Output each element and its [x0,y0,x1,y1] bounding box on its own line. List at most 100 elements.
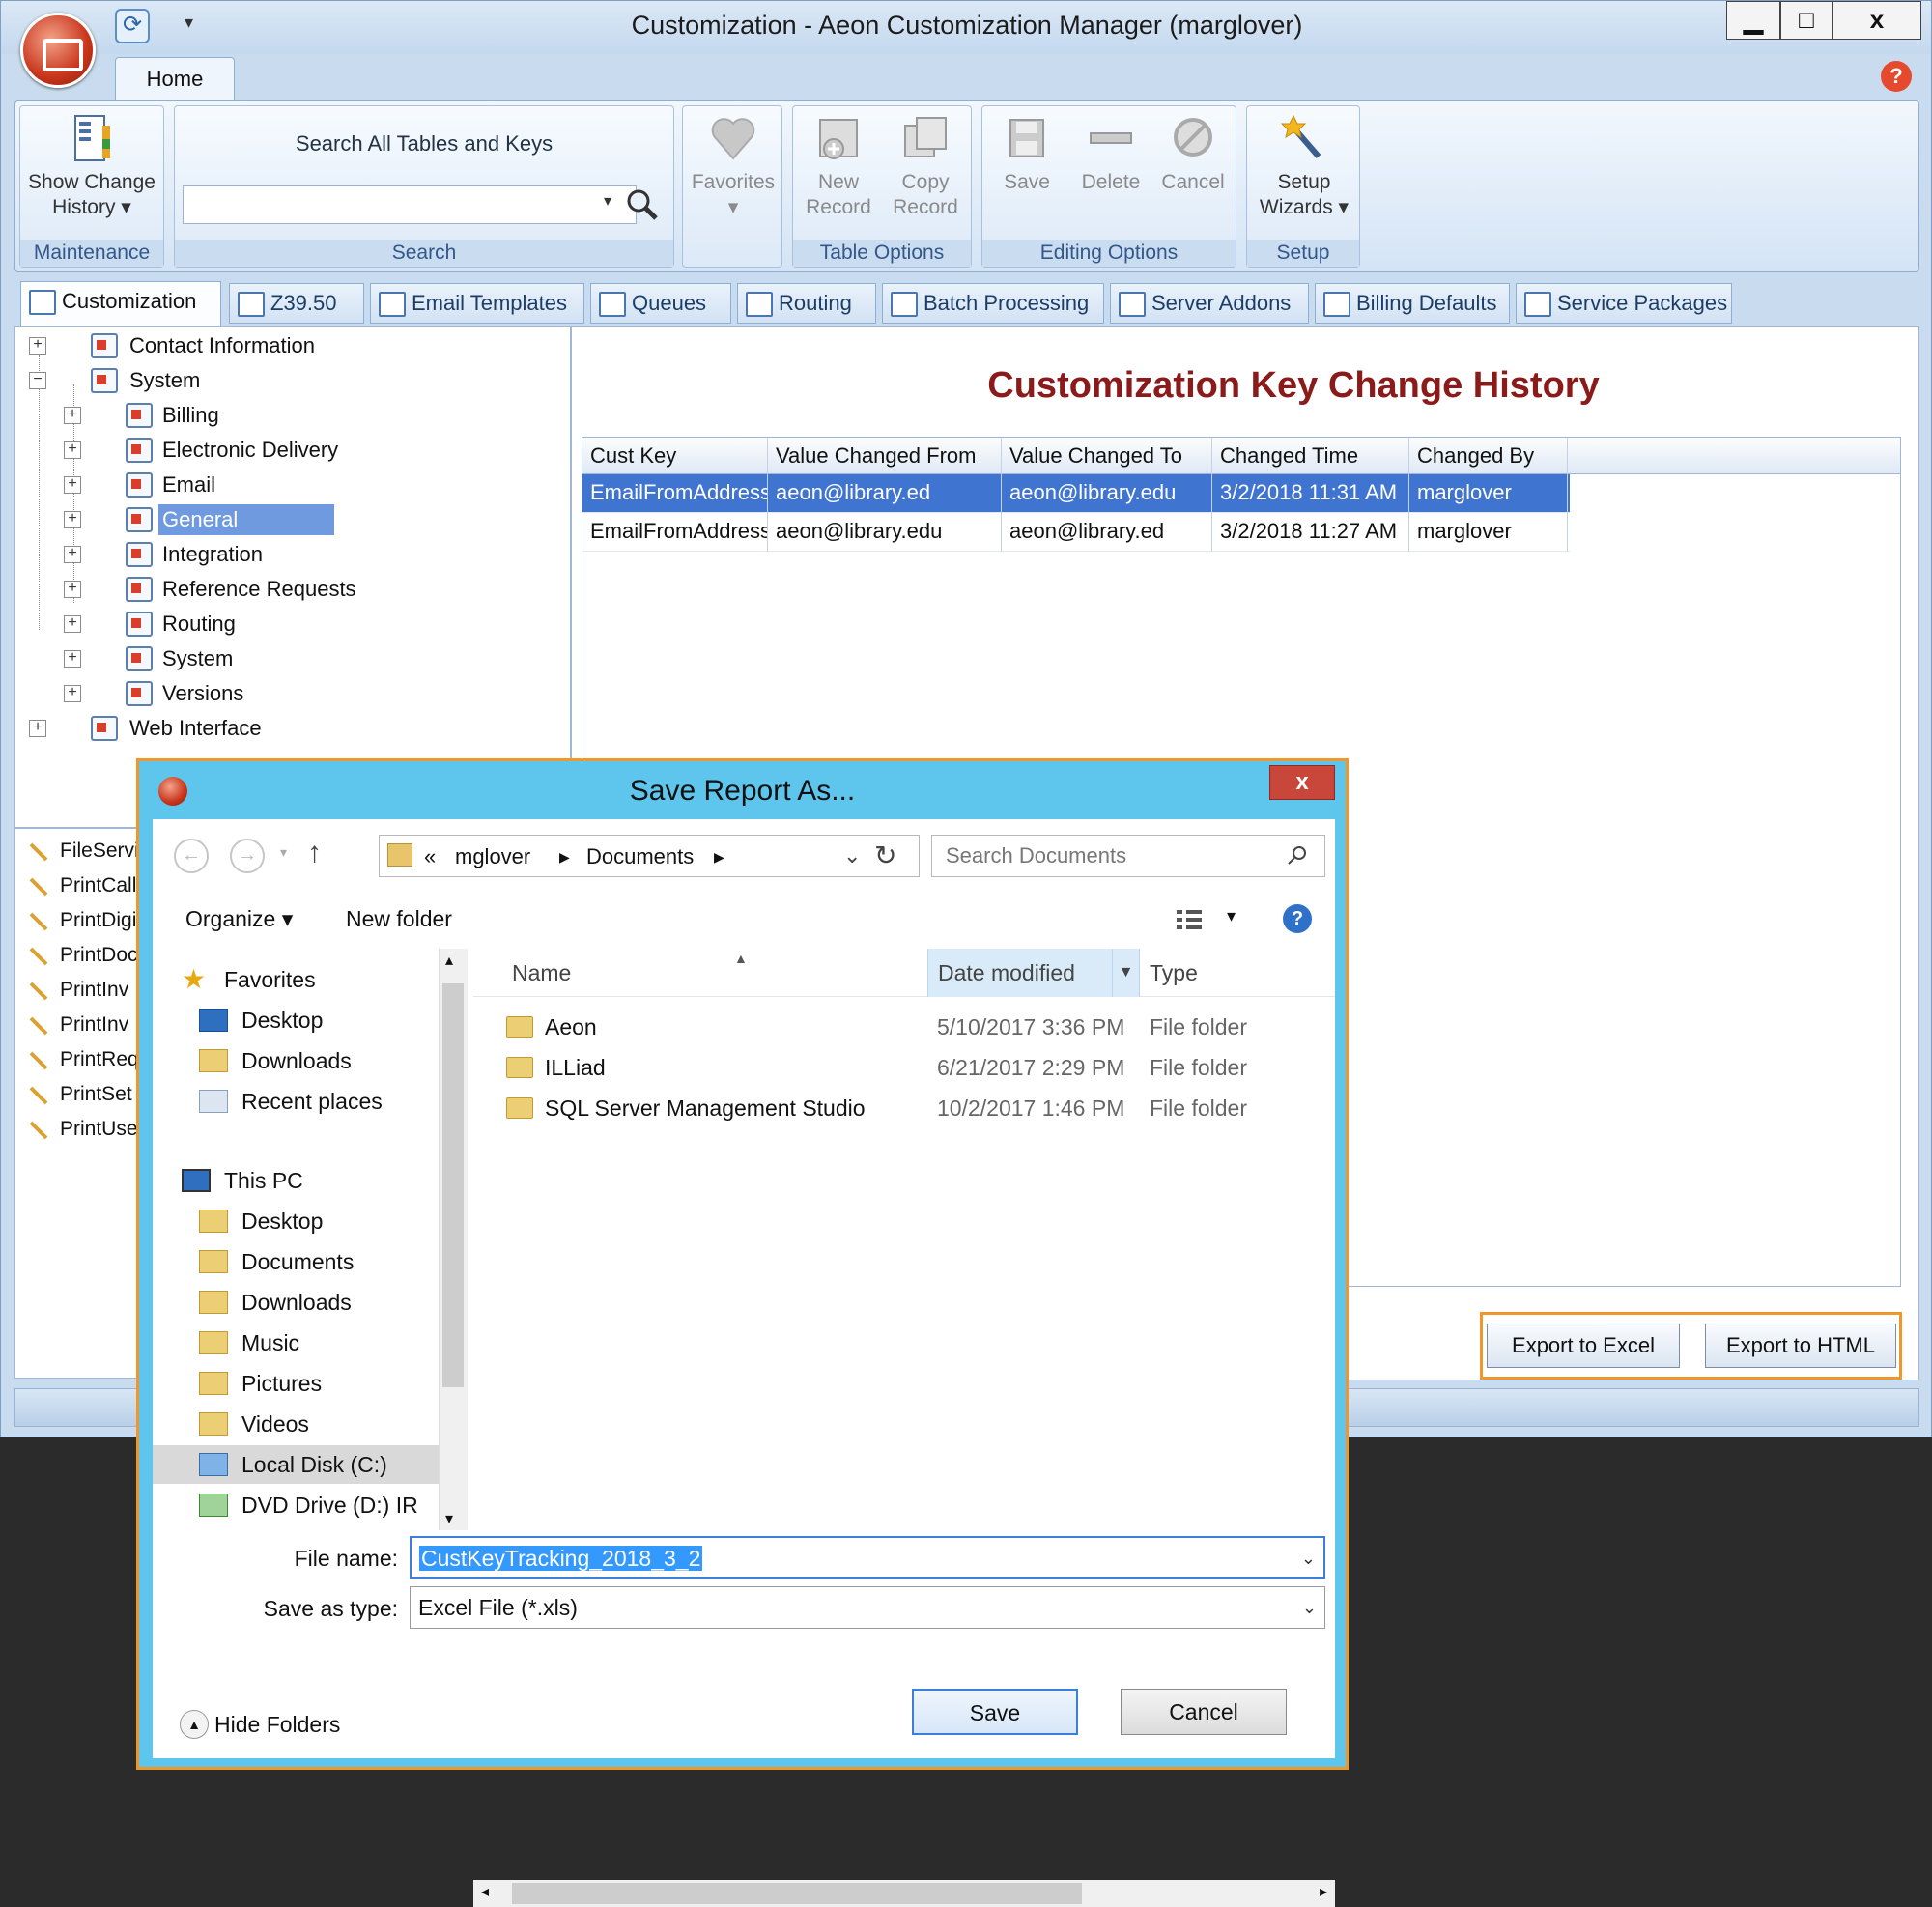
scroll-left-icon[interactable]: ◂ [481,1882,489,1901]
tab-queues[interactable]: Queues [590,283,731,324]
scroll-thumb[interactable] [512,1883,1082,1904]
address-dropdown-icon[interactable]: ⌄ [843,843,861,868]
hide-folders-button[interactable]: ▲ Hide Folders [180,1708,340,1741]
column-header-cust-key[interactable]: Cust Key [582,438,768,474]
close-button[interactable]: x [1833,1,1921,40]
tree-node-reference-requests[interactable]: + Reference Requests [15,574,556,605]
setup-wizards-button[interactable]: Setup Wizards ▾ [1251,112,1357,220]
expand-icon[interactable]: + [64,511,81,528]
nav-favorites[interactable]: ★ Favorites [178,960,316,999]
expand-icon[interactable]: + [64,615,81,633]
export-to-html-button[interactable]: Export to HTML [1705,1324,1896,1368]
scroll-down-icon[interactable]: ▾ [445,1509,453,1528]
organize-button[interactable]: Organize ▾ [185,906,293,932]
nav-dvd-drive[interactable]: DVD Drive (D:) IR [195,1486,418,1524]
tree-node-billing[interactable]: + Billing [15,400,556,431]
chevron-down-icon[interactable]: ⌄ [1301,1538,1316,1579]
tab-billing-defaults[interactable]: Billing Defaults [1315,283,1510,324]
nav-pc-music[interactable]: Music [195,1324,299,1362]
expand-icon[interactable]: + [64,546,81,563]
ribbon-tab-home[interactable]: Home [115,57,235,101]
horizontal-scrollbar[interactable]: ◂ ▸ [473,1880,1335,1907]
search-input[interactable] [183,185,637,224]
expand-icon[interactable]: + [64,407,81,424]
minimize-button[interactable]: ▁ [1726,1,1780,40]
tree-node-electronic-delivery[interactable]: + Electronic Delivery [15,435,556,466]
tree-node-routing[interactable]: + Routing [15,609,556,640]
tab-server-addons[interactable]: Server Addons [1110,283,1309,324]
search-icon[interactable] [621,184,664,226]
tree-node-integration[interactable]: + Integration [15,539,556,570]
breadcrumb-documents[interactable]: Documents [586,844,694,869]
tab-email-templates[interactable]: Email Templates [370,283,584,324]
show-change-history-button[interactable]: Show Change History ▾ [24,112,159,220]
tree-node-system-child[interactable]: + System [15,643,556,674]
list-item[interactable]: PrintDigi [23,904,136,937]
save-as-type-select[interactable]: Excel File (*.xls) ⌄ [410,1586,1325,1629]
column-header-date-modified[interactable]: Date modified ▼ [927,949,1140,997]
nav-pc-downloads[interactable]: Downloads [195,1283,352,1322]
new-folder-button[interactable]: New folder [346,906,452,932]
help-icon[interactable]: ? [1283,904,1312,933]
list-item[interactable]: PrintCall [23,869,136,902]
scroll-up-icon[interactable]: ▴ [445,951,453,970]
refresh-icon[interactable]: ↻ [874,840,896,871]
file-row[interactable]: Aeon 5/10/2017 3:36 PM File folder [473,1007,1335,1047]
file-name-input[interactable]: CustKeyTracking_2018_3_2 ⌄ [410,1536,1325,1579]
dialog-close-button[interactable]: x [1269,765,1335,800]
list-item[interactable]: PrintUse [23,1113,138,1146]
table-row[interactable]: EmailFromAddress aeon@library.ed aeon@li… [582,474,1570,513]
expand-icon[interactable]: + [29,337,46,355]
delete-button[interactable]: Delete [1069,112,1152,195]
tab-customization[interactable]: Customization [20,281,221,326]
nav-pc-pictures[interactable]: Pictures [195,1364,322,1403]
expand-icon[interactable]: + [64,685,81,702]
table-row[interactable]: EmailFromAddress aeon@library.edu aeon@l… [582,513,1570,552]
nav-downloads[interactable]: Downloads [195,1041,352,1080]
list-item[interactable]: PrintReq [23,1043,139,1076]
list-item[interactable]: PrintSet [23,1078,132,1111]
export-to-excel-button[interactable]: Export to Excel [1487,1324,1680,1368]
expand-icon[interactable]: + [29,720,46,737]
tab-service-packages[interactable]: Service Packages [1516,283,1732,324]
breadcrumb-separator-icon[interactable]: ▶ [559,849,570,866]
list-item[interactable]: PrintInv [23,1009,128,1041]
column-header-value-changed-from[interactable]: Value Changed From [768,438,1002,474]
app-logo[interactable] [20,13,96,88]
nav-pc-videos[interactable]: Videos [195,1405,309,1443]
nav-desktop[interactable]: Desktop [195,1001,323,1039]
dialog-cancel-button[interactable]: Cancel [1121,1689,1287,1735]
expand-icon[interactable]: + [64,476,81,494]
tab-z3950[interactable]: Z39.50 [229,283,364,324]
save-button[interactable]: Save [988,112,1065,195]
file-row[interactable]: SQL Server Management Studio 10/2/2017 1… [473,1088,1335,1128]
chevron-down-icon[interactable]: ⌄ [1302,1587,1317,1628]
tree-node-email[interactable]: + Email [15,470,556,500]
breadcrumb-mglover[interactable]: mglover [455,844,530,869]
tab-routing[interactable]: Routing [737,283,876,324]
nav-pc-documents[interactable]: Documents [195,1242,354,1281]
tree-node-versions[interactable]: + Versions [15,678,556,709]
tab-batch-processing[interactable]: Batch Processing [882,283,1104,324]
list-item[interactable]: FileServi [23,835,139,868]
nav-pc-desktop[interactable]: Desktop [195,1202,323,1240]
list-item[interactable]: PrintDoc [23,939,138,972]
nav-local-disk[interactable]: Local Disk (C:) [153,1445,439,1484]
file-row[interactable]: ILLiad 6/21/2017 2:29 PM File folder [473,1047,1335,1088]
navigation-scrollbar[interactable]: ▴ ▾ [439,949,468,1530]
forward-arrow-icon[interactable]: → [230,839,265,873]
column-header-changed-by[interactable]: Changed By [1409,438,1568,474]
column-header-changed-time[interactable]: Changed Time [1212,438,1409,474]
scroll-right-icon[interactable]: ▸ [1320,1882,1327,1901]
view-options-icon[interactable] [1175,908,1204,931]
view-dropdown-icon[interactable]: ▾ [1227,906,1236,926]
address-bar[interactable]: « mglover ▶ Documents ▶ ⌄ ↻ [379,835,920,877]
collapse-icon[interactable]: − [29,372,46,389]
copy-record-button[interactable]: Copy Record [884,112,967,220]
new-record-button[interactable]: New Record [797,112,880,220]
expand-icon[interactable]: + [64,441,81,459]
tree-node-general[interactable]: + General [15,504,556,535]
recent-locations-chevron-icon[interactable]: ▾ [280,844,287,861]
dialog-save-button[interactable]: Save [912,1689,1078,1735]
search-documents-input[interactable]: Search Documents [931,835,1325,877]
